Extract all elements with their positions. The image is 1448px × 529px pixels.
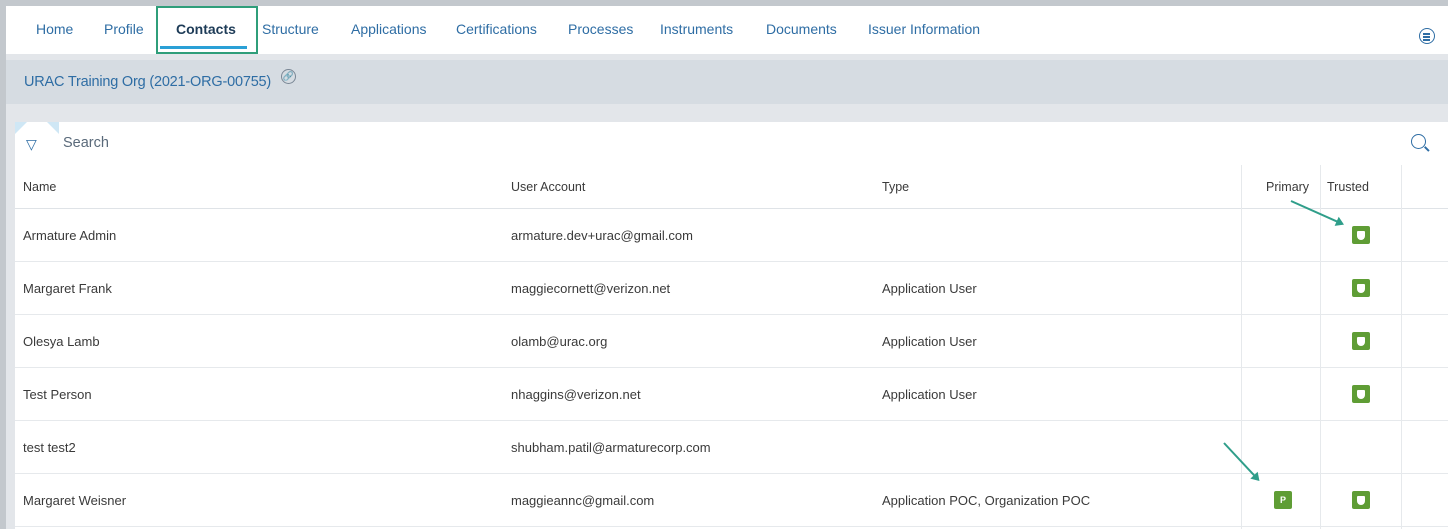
contact-name: Olesya Lamb [23, 333, 100, 349]
column-divider [1241, 165, 1242, 529]
contact-name: Margaret Weisner [23, 492, 127, 508]
table-row[interactable]: Olesya Lamb olamb@urac.org Application Use… [15, 315, 1448, 368]
contact-type: Application User [882, 333, 977, 349]
contact-type: Application POC, Organization POC [882, 492, 1091, 508]
primary-badge-label: P [1279, 495, 1286, 505]
table-row[interactable]: Margaret Weisner maggieannc@gmail.com Appl… [15, 474, 1448, 527]
trusted-shield-icon[interactable] [1352, 491, 1370, 509]
trusted-shield-icon[interactable] [1352, 279, 1370, 297]
user-account: maggieannc@gmail.com [511, 492, 655, 508]
tab-issuer-information[interactable]: Issuer Information [868, 6, 980, 54]
tab-instruments[interactable]: Instruments [660, 6, 733, 54]
column-header-trusted[interactable]: Trusted [1327, 165, 1369, 208]
menu-icon[interactable] [1419, 28, 1435, 44]
contact-name: Test Person [23, 386, 92, 402]
trusted-shield-icon[interactable] [1352, 385, 1370, 403]
trusted-cell [1352, 315, 1370, 367]
tab-processes[interactable]: Processes [568, 6, 633, 54]
tab-documents[interactable]: Documents [766, 6, 837, 54]
trusted-cell [1352, 209, 1370, 261]
user-account: maggiecornett@verizon.net [511, 280, 671, 296]
table-row[interactable]: Margaret Frank maggiecornett@verizon.net A… [15, 262, 1448, 315]
primary-badge-icon[interactable]: P [1274, 491, 1292, 509]
column-divider [1320, 165, 1321, 529]
column-divider [1401, 165, 1402, 529]
tab-home[interactable]: Home [36, 6, 73, 54]
contact-type: Application User [882, 386, 977, 402]
table-header: Name User Account Type Primary Trusted [15, 165, 1448, 209]
tab-profile[interactable]: Profile [104, 6, 144, 54]
link-icon[interactable]: 🔗 [281, 69, 296, 84]
column-header-primary[interactable]: Primary [1266, 165, 1309, 208]
tab-structure[interactable]: Structure [262, 6, 319, 54]
trusted-shield-icon[interactable] [1352, 332, 1370, 350]
contacts-tab-highlight [156, 6, 258, 54]
filter-icon: ▽ [26, 136, 37, 152]
search-input[interactable]: Search [63, 122, 109, 165]
trusted-cell [1352, 474, 1370, 526]
user-account: olamb@urac.org [511, 333, 608, 349]
user-account: shubham.patil@armaturecorp.com [511, 439, 711, 455]
column-header-user-account[interactable]: User Account [511, 165, 585, 208]
table-row[interactable]: Armature Admin armature.dev+urac@gmail.co… [15, 209, 1448, 262]
user-account: nhaggins@verizon.net [511, 386, 641, 402]
tab-applications[interactable]: Applications [351, 6, 427, 54]
contacts-table: Name User Account Type Primary Trusted A… [15, 165, 1448, 529]
search-icon[interactable] [1411, 134, 1426, 149]
tab-certifications[interactable]: Certifications [456, 6, 537, 54]
contact-name: Armature Admin [23, 227, 117, 243]
column-header-type[interactable]: Type [882, 165, 909, 208]
trusted-cell [1352, 262, 1370, 314]
user-account: armature.dev+urac@gmail.com [511, 227, 693, 243]
org-title[interactable]: URAC Training Org (2021-ORG-00755) [24, 60, 271, 104]
org-header: URAC Training Org (2021-ORG-00755) [6, 60, 1448, 104]
primary-cell: P [1274, 474, 1292, 526]
search-bar: ▽ Search [15, 122, 1448, 165]
column-header-name[interactable]: Name [23, 165, 56, 208]
contact-name: Margaret Frank [23, 280, 112, 296]
table-row[interactable]: Test Person nhaggins@verizon.net Applicati… [15, 368, 1448, 421]
contact-type: Application User [882, 280, 977, 296]
table-row[interactable]: test test2 shubham.patil@armaturecorp.com [15, 421, 1448, 474]
trusted-shield-icon[interactable] [1352, 226, 1370, 244]
filter-button[interactable]: ▽ [15, 122, 59, 165]
contact-name: test test2 [23, 439, 76, 455]
trusted-cell [1352, 368, 1370, 420]
